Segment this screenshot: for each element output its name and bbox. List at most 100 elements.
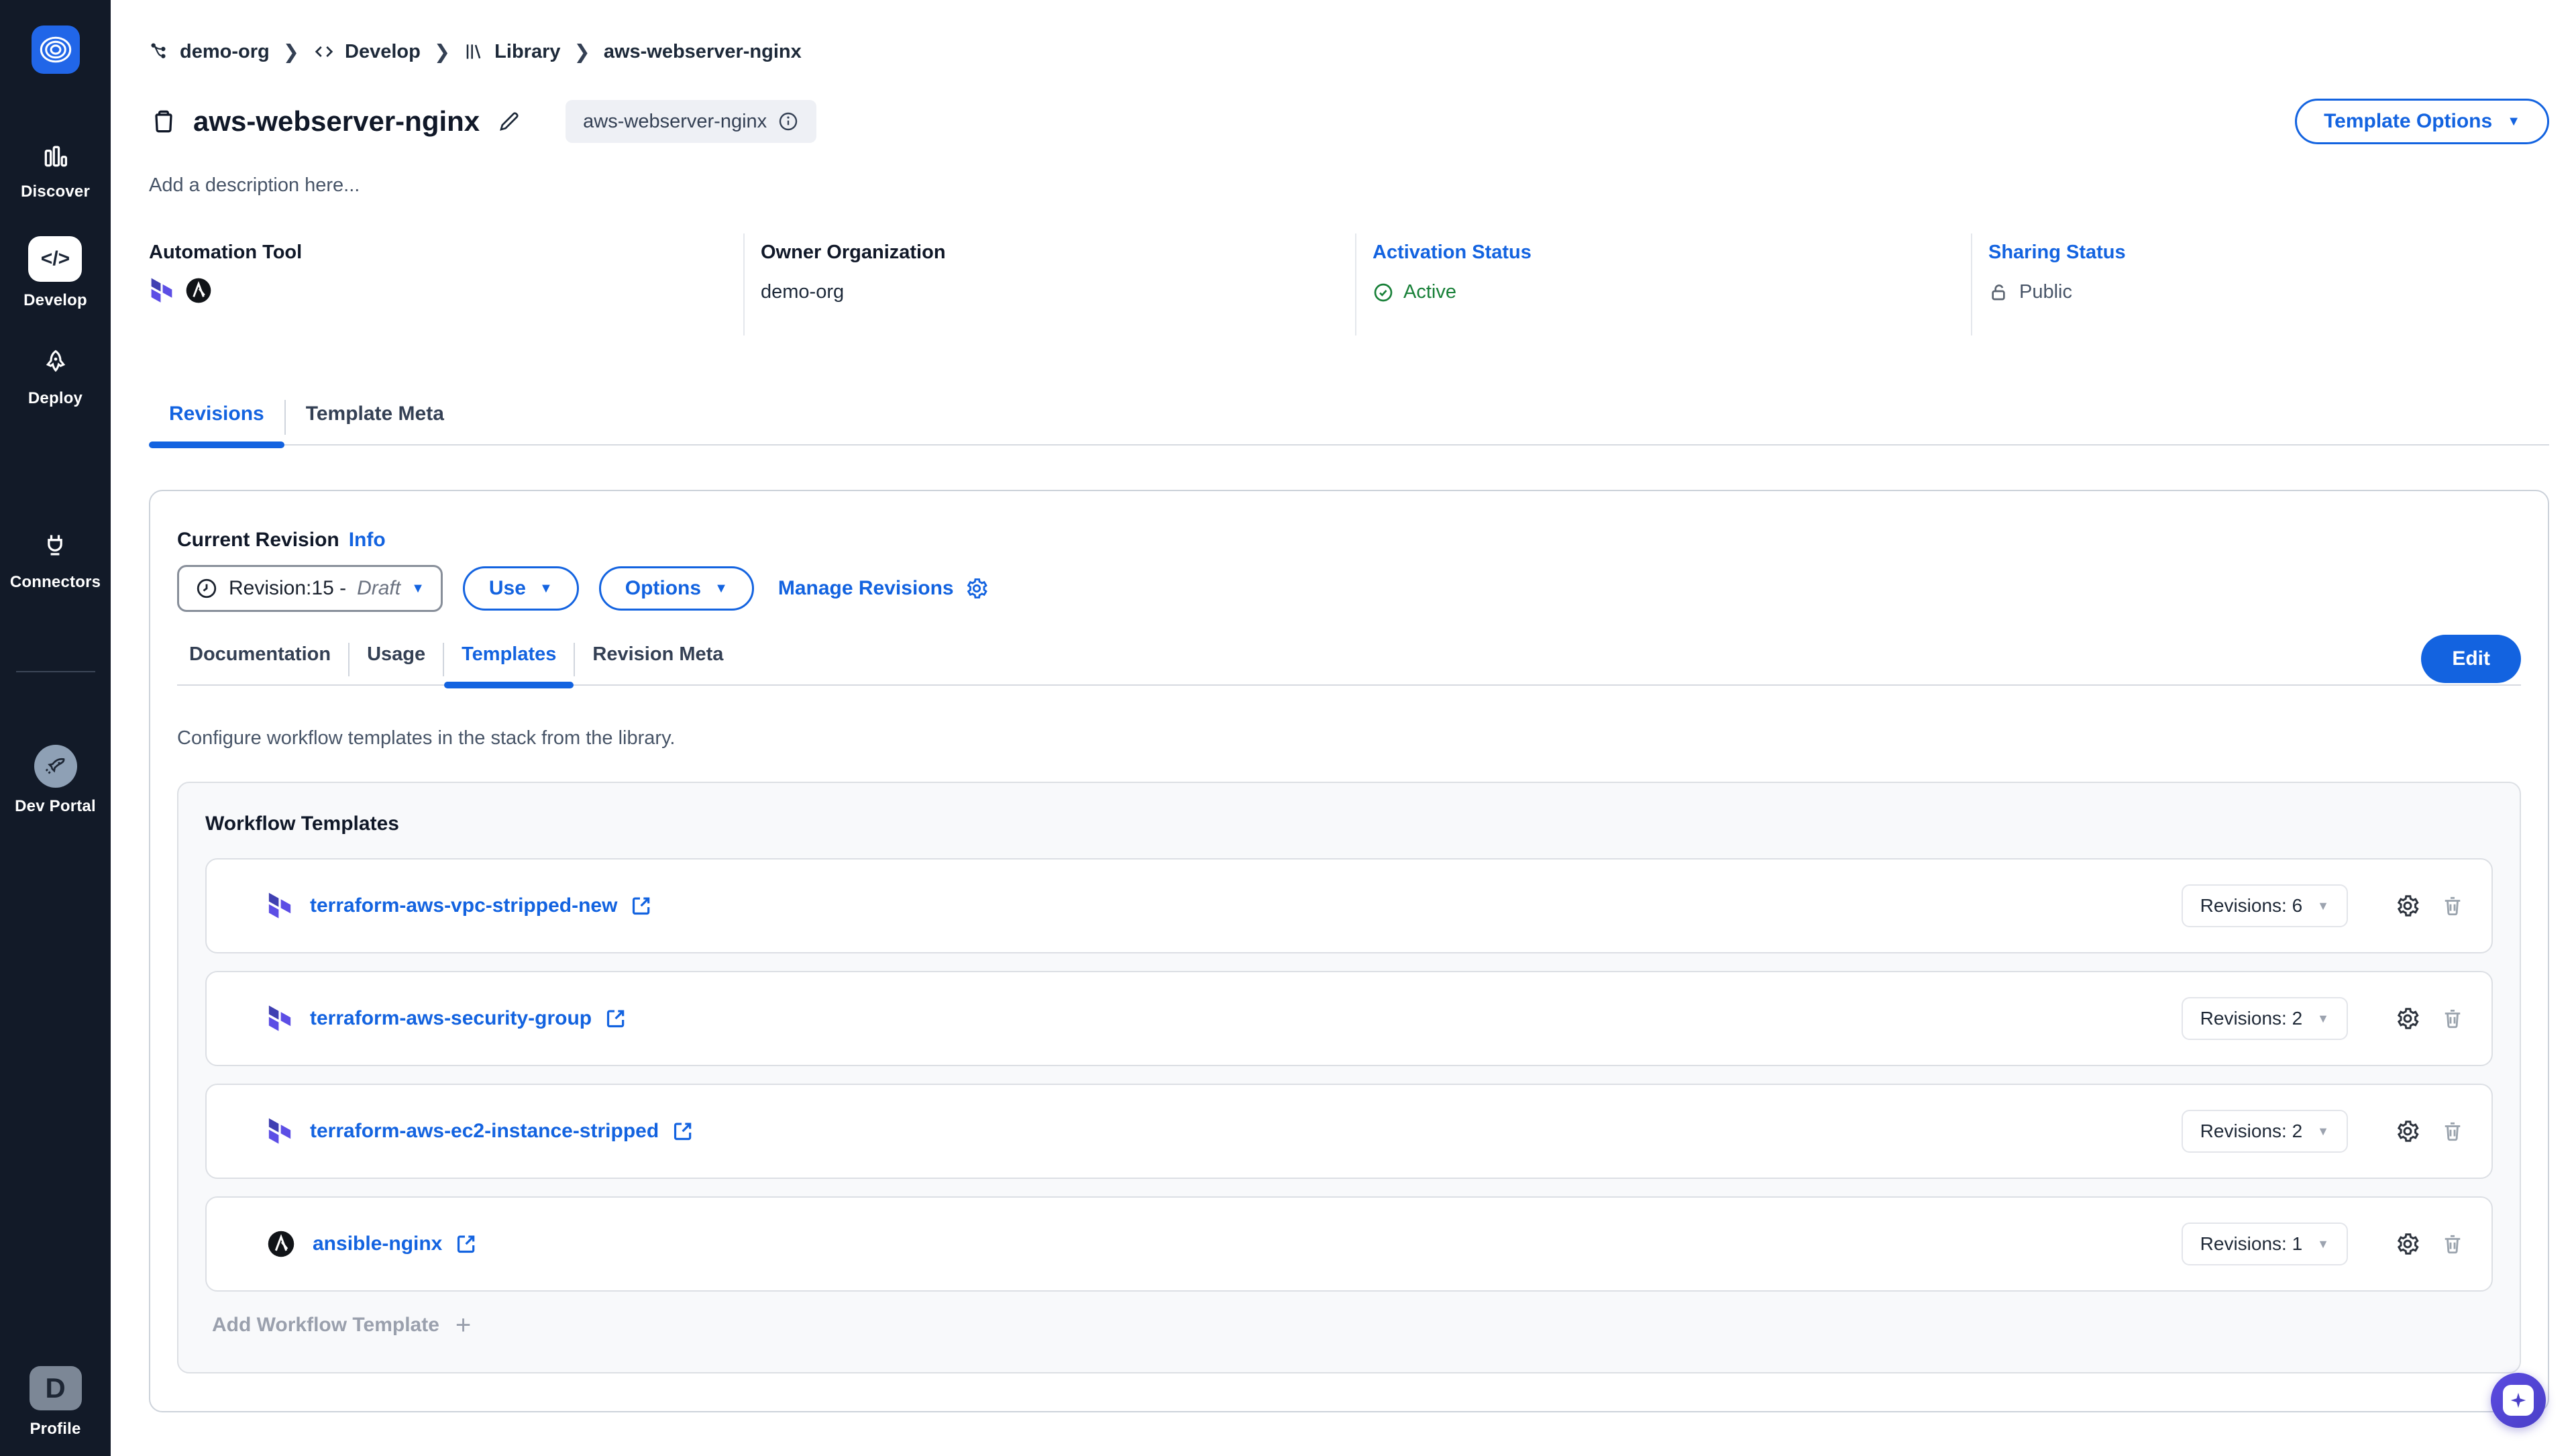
external-link-icon[interactable] (605, 1008, 627, 1029)
breadcrumb: demo-org ❯ Develop ❯ Library ❯ aws-webse… (149, 38, 2549, 66)
gear-icon[interactable] (2395, 1231, 2420, 1257)
info-icon[interactable] (777, 111, 799, 132)
revision-selector[interactable]: Revision:15 - Draft ▼ (177, 565, 443, 612)
workflow-template-link[interactable]: terraform-aws-vpc-stripped-new (310, 894, 617, 917)
assistant-fab-button[interactable] (2491, 1373, 2546, 1428)
template-options-label: Template Options (2324, 110, 2492, 133)
breadcrumb-label: Develop (345, 41, 421, 63)
configure-hint: Configure workflow templates in the stac… (177, 727, 2521, 749)
description-placeholder[interactable]: Add a description here... (149, 174, 2549, 199)
rocket-circle-icon (34, 745, 77, 788)
sidebar-item-dev-portal[interactable]: Dev Portal (15, 745, 96, 816)
sidebar-item-label: Profile (30, 1420, 80, 1439)
use-button[interactable]: Use ▼ (463, 566, 579, 611)
gear-icon[interactable] (2395, 1006, 2420, 1031)
template-options-button[interactable]: Template Options ▼ (2295, 99, 2549, 144)
chevron-down-icon: ▼ (2317, 900, 2329, 912)
info-link[interactable]: Info (349, 529, 386, 552)
gear-icon[interactable] (2395, 893, 2420, 919)
external-link-icon[interactable] (631, 895, 652, 917)
ansible-icon (267, 1230, 295, 1258)
workflow-row-actions: Revisions: 6 ▼ (2182, 884, 2465, 927)
subtab-documentation[interactable]: Documentation (177, 643, 348, 684)
meta-sharing-status: Sharing Status Public (1972, 233, 2549, 335)
tab-template-meta[interactable]: Template Meta (286, 403, 464, 444)
gear-icon (965, 576, 989, 601)
sidebar: Discover </> Develop Deploy Connectors (0, 0, 111, 1456)
package-icon (149, 107, 178, 136)
page-title: aws-webserver-nginx (193, 105, 480, 138)
revision-card: Current Revision Info Revision:15 - Draf… (149, 490, 2549, 1412)
check-circle-icon (1373, 282, 1394, 303)
sidebar-item-profile[interactable]: D Profile (30, 1366, 82, 1439)
revision-controls: Revision:15 - Draft ▼ Use ▼ Options ▼ Ma… (177, 564, 2521, 613)
revision-state: Draft (357, 577, 400, 600)
external-link-icon[interactable] (672, 1121, 694, 1142)
workflow-templates-heading: Workflow Templates (205, 813, 2493, 835)
gear-icon[interactable] (2395, 1119, 2420, 1144)
trash-icon[interactable] (2440, 1232, 2465, 1256)
terraform-icon (149, 277, 174, 304)
revisions-dropdown[interactable]: Revisions: 1 ▼ (2182, 1223, 2348, 1265)
manage-revisions-link[interactable]: Manage Revisions (778, 576, 989, 601)
subtab-revision-meta[interactable]: Revision Meta (575, 643, 741, 684)
meta-label[interactable]: Sharing Status (1988, 242, 2549, 264)
meta-automation-tool: Automation Tool (149, 233, 745, 335)
workflow-row-actions: Revisions: 1 ▼ (2182, 1223, 2465, 1265)
workflow-template-link[interactable]: terraform-aws-security-group (310, 1007, 592, 1030)
workflow-template-name: terraform-aws-ec2-instance-stripped (267, 1117, 694, 1145)
sharing-status-text: Public (2019, 281, 2072, 303)
template-id-tag[interactable]: aws-webserver-nginx (566, 100, 816, 143)
revisions-count-label: Revisions: 2 (2200, 1121, 2303, 1142)
trash-icon[interactable] (2440, 894, 2465, 918)
subtab-usage[interactable]: Usage (350, 643, 443, 684)
revisions-dropdown[interactable]: Revisions: 2 ▼ (2182, 997, 2348, 1040)
workflow-template-name: ansible-nginx (267, 1230, 477, 1258)
workflow-template-name: terraform-aws-security-group (267, 1004, 627, 1033)
sidebar-item-develop[interactable]: </> Develop (23, 236, 87, 310)
workflow-row-actions: Revisions: 2 ▼ (2182, 1110, 2465, 1153)
revisions-count-label: Revisions: 1 (2200, 1233, 2303, 1255)
tab-revisions[interactable]: Revisions (149, 403, 284, 444)
plus-icon: + (455, 1312, 471, 1339)
external-link-icon[interactable] (455, 1233, 477, 1255)
subtab-templates[interactable]: Templates (444, 643, 574, 684)
meta-owner-org: Owner Organization demo-org (745, 233, 1356, 335)
add-workflow-template-button[interactable]: Add Workflow Template + (205, 1312, 2493, 1339)
meta-label[interactable]: Activation Status (1373, 242, 1971, 264)
concentric-circles-icon (38, 32, 73, 67)
library-icon (464, 41, 485, 62)
revisions-dropdown[interactable]: Revisions: 2 ▼ (2182, 1110, 2348, 1153)
edit-pencil-icon[interactable] (497, 109, 521, 134)
sidebar-item-label: Discover (21, 183, 90, 201)
workflow-template-row: terraform-aws-vpc-stripped-new Revisions… (205, 858, 2493, 953)
use-label: Use (489, 577, 526, 600)
workflow-template-row: ansible-nginx Revisions: 1 ▼ (205, 1196, 2493, 1292)
chevron-down-icon: ▼ (714, 582, 728, 595)
workflow-templates-panel: Workflow Templates terraform-aws-vpc-str… (177, 782, 2521, 1373)
add-workflow-template-label: Add Workflow Template (212, 1314, 439, 1337)
plug-icon (40, 529, 70, 564)
breadcrumb-item-develop[interactable]: Develop (313, 40, 421, 63)
breadcrumb-item-current: aws-webserver-nginx (604, 41, 802, 63)
ansible-icon (185, 277, 212, 304)
workflow-template-link[interactable]: ansible-nginx (313, 1233, 442, 1255)
main-tabs: Revisions Template Meta (149, 400, 2549, 446)
trash-icon[interactable] (2440, 1119, 2465, 1143)
current-revision-heading: Current Revision Info (177, 529, 2521, 552)
trash-icon[interactable] (2440, 1006, 2465, 1031)
sidebar-item-connectors[interactable]: Connectors (10, 529, 101, 592)
options-button[interactable]: Options ▼ (599, 566, 754, 611)
breadcrumb-item-org[interactable]: demo-org (149, 41, 270, 63)
chevron-down-icon: ▼ (2317, 1012, 2329, 1025)
terraform-icon (267, 1004, 292, 1033)
sidebar-item-deploy[interactable]: Deploy (28, 345, 83, 408)
sidebar-item-discover[interactable]: Discover (21, 138, 90, 201)
breadcrumb-item-library[interactable]: Library (464, 41, 560, 63)
app-logo[interactable] (32, 25, 80, 74)
sidebar-item-label: Deploy (28, 389, 83, 408)
breadcrumb-label: demo-org (180, 41, 270, 63)
workflow-template-link[interactable]: terraform-aws-ec2-instance-stripped (310, 1120, 659, 1143)
edit-button[interactable]: Edit (2421, 635, 2521, 683)
revisions-dropdown[interactable]: Revisions: 6 ▼ (2182, 884, 2348, 927)
